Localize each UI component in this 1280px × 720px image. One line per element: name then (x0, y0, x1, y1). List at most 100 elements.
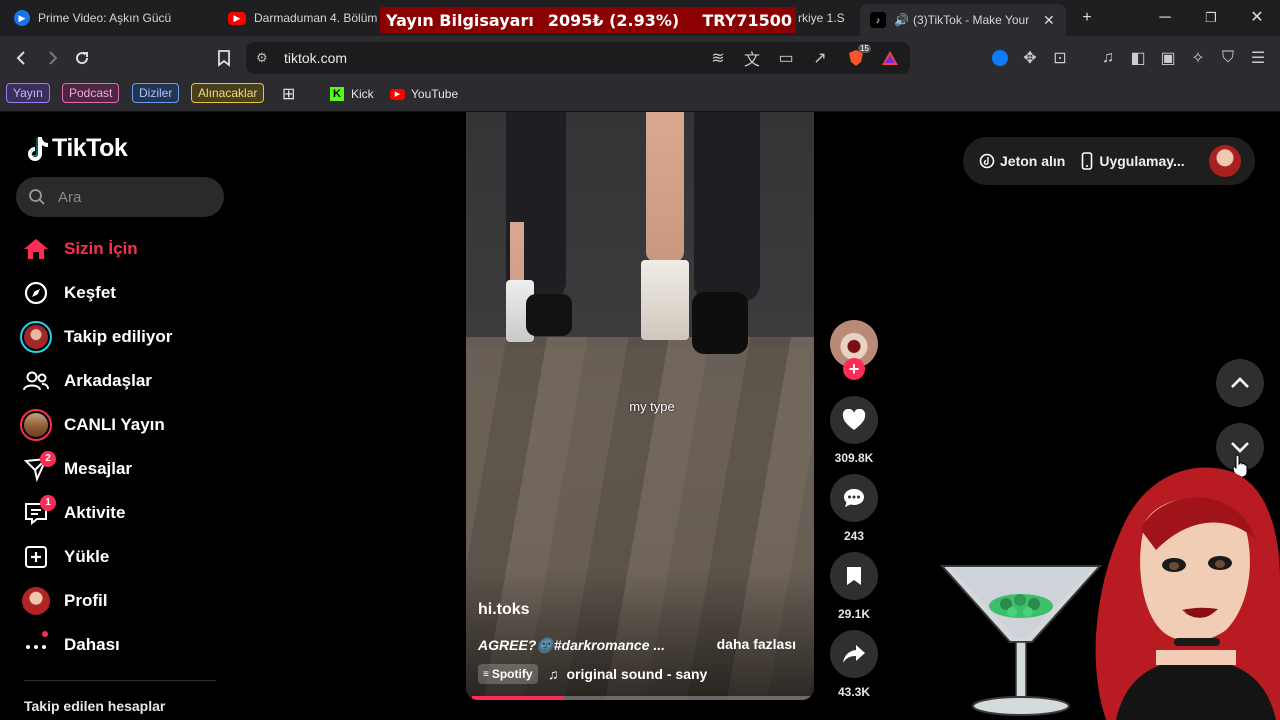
like-button[interactable] (830, 396, 878, 444)
translate-icon[interactable]: 文 (742, 48, 762, 69)
nav-label: Aktivite (64, 503, 126, 522)
site-settings-icon[interactable]: ⚙ (256, 50, 268, 66)
video-player[interactable]: my type hi.toks AGREE?🌚#darkromance ... … (466, 112, 814, 700)
bookmark-kick[interactable]: K Kick (330, 84, 374, 104)
tab-title: Prime Video: Aşkın Gücü (38, 11, 172, 25)
search-input[interactable]: Ara (16, 177, 224, 217)
sidebar-divider (24, 680, 216, 681)
nav-profile[interactable]: Profil (20, 583, 220, 619)
playlist-icon: ≡ (483, 668, 489, 680)
bookmark-youtube[interactable]: ▶ YouTube (390, 84, 458, 104)
live-avatar (20, 409, 52, 441)
follow-plus-button[interactable]: + (843, 358, 865, 380)
messages-badge: 2 (40, 451, 56, 467)
video-shoe-dark (526, 294, 572, 336)
menu-icon[interactable]: ☰ (1248, 48, 1268, 68)
messages-icon: 2 (20, 451, 56, 485)
get-coins-button[interactable]: Jeton alın (979, 153, 1065, 169)
martini-glass-illustration (940, 565, 1102, 716)
logo-text: TikTok (52, 134, 128, 162)
phone-icon (1082, 152, 1093, 170)
close-tab-icon[interactable]: ✕ (1043, 12, 1055, 29)
nav-activity[interactable]: 1 Aktivite (20, 495, 220, 531)
close-window-icon[interactable]: ✕ (1245, 8, 1269, 28)
back-icon[interactable] (10, 46, 34, 70)
prime-video-icon: ▶ (14, 10, 30, 26)
wallet-icon[interactable]: ▣ (1158, 48, 1178, 68)
restore-icon[interactable]: ❐ (1199, 8, 1223, 28)
tiktok-favicon-icon: ♪ (870, 12, 886, 28)
sidebar-toggle-icon[interactable]: ◧ (1128, 48, 1148, 68)
tab-turkiye[interactable]: rkiye 1.S (798, 4, 848, 32)
cast-icon[interactable]: ▭ (776, 48, 796, 68)
previous-video-button[interactable] (1216, 359, 1264, 407)
more-icon (20, 629, 52, 661)
bookmarks-bar: Yayın Podcast Diziler Alınacaklar ⊞ K Ki… (0, 80, 1280, 112)
leo-ai-icon[interactable]: ✧ (1188, 48, 1208, 68)
reload-icon[interactable] (70, 46, 94, 70)
tiktok-note-icon (28, 136, 48, 161)
forward-icon[interactable] (40, 46, 64, 70)
nav-more[interactable]: Dahası (20, 627, 220, 663)
streamer-avatar-illustration (1095, 467, 1280, 720)
home-icon (20, 233, 52, 265)
music-note-icon: ♫ (548, 666, 559, 682)
comment-button[interactable] (830, 474, 878, 522)
speaker-icon: 🔊 (894, 13, 909, 27)
share-arrow-icon (843, 645, 865, 663)
youtube-icon: ▶ (228, 11, 246, 25)
bookmark-chip-diziler[interactable]: Diziler (132, 83, 180, 103)
tab-darmaduman[interactable]: ▶ Darmaduman 4. Bölüm (228, 4, 380, 32)
brave-rewards-icon[interactable] (880, 48, 900, 68)
video-progress-bar[interactable] (472, 696, 810, 700)
tiktok-logo[interactable]: TikTok (24, 134, 128, 163)
bookmark-label: YouTube (411, 87, 459, 101)
video-overlay-text: my type (629, 399, 675, 414)
nav-following[interactable]: Takip ediliyor (20, 319, 220, 355)
nav-live[interactable]: CANLI Yayın (20, 407, 220, 443)
browser-tab-bar: ▶ Prime Video: Aşkın Gücü ▶ Darmaduman 4… (0, 0, 1280, 36)
bookmark-chip-yayin[interactable]: Yayın (6, 83, 50, 103)
get-coins-label: Jeton alın (1000, 153, 1066, 169)
minimize-icon[interactable]: ─ (1153, 8, 1177, 28)
nav-upload[interactable]: Yükle (20, 539, 220, 575)
music-icon[interactable]: ♫ (1098, 48, 1118, 68)
reader-off-icon[interactable]: ≋ (708, 48, 728, 68)
kick-icon: K (330, 87, 344, 101)
save-button[interactable] (830, 552, 878, 600)
tab-prime-video[interactable]: ▶ Prime Video: Aşkın Gücü (14, 4, 214, 32)
video-author[interactable]: hi.toks (478, 601, 530, 619)
new-tab-icon[interactable]: + (1075, 8, 1099, 28)
user-avatar[interactable] (1209, 145, 1241, 177)
see-more-button[interactable]: daha fazlası (717, 636, 796, 652)
address-toolbar: ⚙ tiktok.com ≋ 文 ▭ ↗ 15 ✥ ⊡ ♫ ◧ ▣ ✧ ⛉ ☰ (0, 36, 1280, 80)
spotify-tag[interactable]: ≡ Spotify (478, 664, 538, 684)
nav-messages[interactable]: 2 Mesajlar (20, 451, 220, 487)
nav-label: CANLI Yayın (64, 415, 165, 434)
vpn-icon[interactable]: ⛉ (1218, 48, 1238, 68)
nav-label: Profil (64, 591, 108, 610)
share-button[interactable] (830, 630, 878, 678)
coin-icon (979, 153, 995, 169)
apps-grid-icon[interactable]: ⊞ (282, 84, 295, 104)
sound-link[interactable]: ♫ original sound - sany (548, 666, 707, 682)
profile-avatar (20, 585, 52, 617)
bookmark-chip-alinacaklar[interactable]: Alınacaklar (191, 83, 265, 103)
extensions-icon[interactable]: ✥ (1020, 48, 1040, 68)
url-field[interactable]: ⚙ tiktok.com ≋ 文 ▭ ↗ 15 (246, 42, 910, 74)
screenshot-icon[interactable]: ⊡ (1050, 48, 1070, 68)
get-app-label: Uygulamay... (1099, 153, 1185, 169)
bookmark-chip-podcast[interactable]: Podcast (62, 83, 120, 103)
shazam-extension-icon[interactable] (990, 48, 1010, 68)
bookmark-label: Kick (351, 87, 374, 101)
nav-label: Keşfet (64, 283, 116, 302)
get-app-button[interactable]: Uygulamay... (1081, 152, 1185, 170)
bookmark-icon[interactable] (212, 46, 236, 70)
nav-for-you[interactable]: Sizin İçin (20, 231, 220, 267)
tab-tiktok[interactable]: ♪ 🔊 (3)TikTok - Make Your D ✕ (860, 4, 1066, 36)
comment-icon (844, 489, 864, 507)
nav-friends[interactable]: Arkadaşlar (20, 363, 220, 399)
share-icon[interactable]: ↗ (810, 48, 830, 68)
nav-explore[interactable]: Keşfet (20, 275, 220, 311)
video-leg-right (694, 112, 760, 302)
